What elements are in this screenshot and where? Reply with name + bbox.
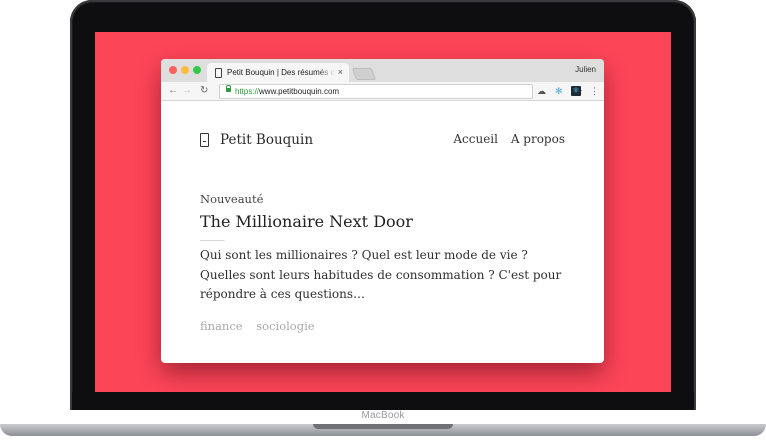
back-arrow-icon[interactable]: ← [168,85,178,97]
tab-title: Petit Bouquin | Des résumés de livres [227,68,335,77]
post-excerpt: Qui sont les millionaires ? Quel est leu… [200,248,562,301]
title-divider [200,240,225,241]
device-brand-label: MacBook [361,410,405,421]
url-scheme: https:// [235,87,260,96]
tag-link[interactable]: finance [200,319,243,333]
favicon-icon [215,68,222,78]
forward-arrow-icon[interactable]: → [182,85,192,97]
maximize-window-button[interactable] [193,66,201,74]
lock-icon [226,85,231,92]
browser-titlebar: Petit Bouquin | Des résumés de livres × … [161,59,604,82]
post-tags: finance sociologie [200,319,325,333]
laptop-base-notch [313,424,453,429]
url-text: https://www.petitbouquin.com [235,85,339,98]
new-tab-button[interactable] [351,68,377,80]
tag-link[interactable]: sociologie [256,319,314,333]
nav-link-accueil[interactable]: Accueil [453,132,498,146]
nav-link-a-propos[interactable]: A propos [511,132,565,146]
laptop-screen: Petit Bouquin | Des résumés de livres × … [95,32,671,392]
browser-tab[interactable]: Petit Bouquin | Des résumés de livres × [207,63,349,82]
cloud-icon[interactable]: ☁ [537,86,546,96]
site-name: Petit Bouquin [220,132,314,148]
post-kicker: Nouveauté [200,192,264,206]
address-bar[interactable]: https://www.petitbouquin.com ☆ [219,84,583,99]
react-devtools-icon[interactable]: ⚛ [571,86,581,96]
browser-toolbar: ← → ↻ https://www.petitbouquin.com ☆ ☁ ✻… [161,82,604,101]
browser-window: Petit Bouquin | Des résumés de livres × … [161,59,604,363]
url-host: www.petitbouquin.com [259,87,340,96]
menu-kebab-icon[interactable]: ⋮ [590,86,599,96]
close-tab-icon[interactable]: × [338,67,343,77]
gear-icon[interactable]: ✻ [555,86,563,96]
post-title-link[interactable]: The Millionaire Next Door [200,212,413,231]
site-nav: Accueil A propos [444,132,565,146]
web-page: Petit Bouquin Accueil A propos Nouveauté… [161,101,604,363]
minimize-window-button[interactable] [181,66,189,74]
profile-name[interactable]: Julien [575,65,596,74]
reload-icon[interactable]: ↻ [200,85,208,97]
book-icon [200,133,209,147]
laptop-bezel [72,392,694,410]
close-window-button[interactable] [169,66,177,74]
